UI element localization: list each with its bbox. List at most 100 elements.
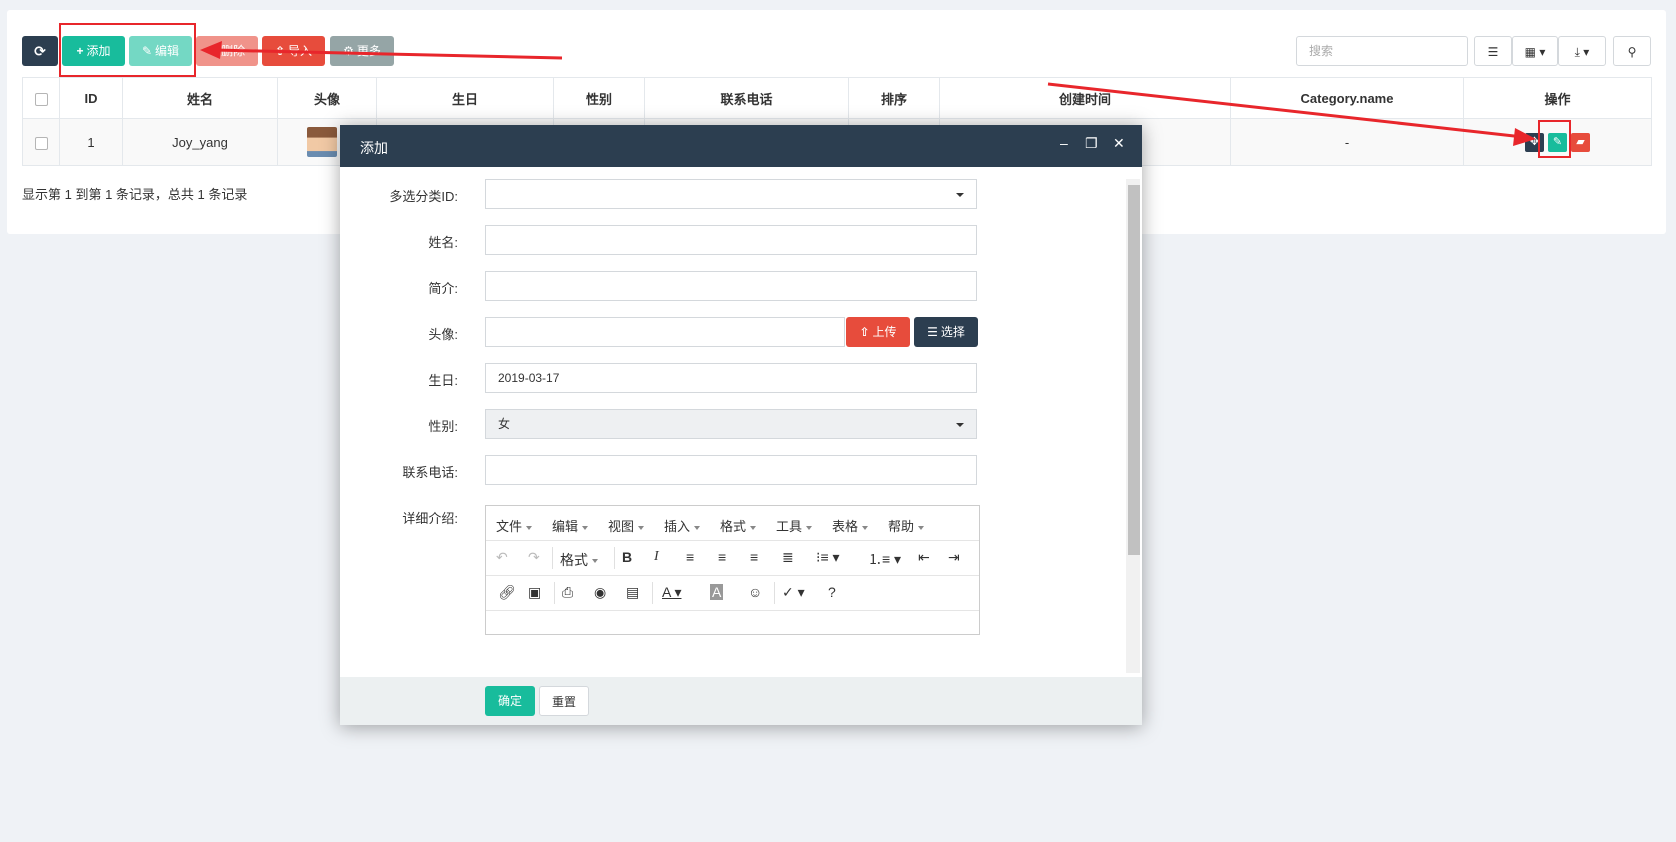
help-icon[interactable]: ? <box>828 584 836 600</box>
close-icon[interactable]: ✕ <box>1113 135 1125 152</box>
row-select-cell[interactable] <box>22 118 60 166</box>
link-icon[interactable]: 🔗︎ <box>498 584 516 601</box>
media-icon[interactable]: ▤ <box>626 584 639 601</box>
birthday-input[interactable]: 2019-03-17 <box>485 363 977 393</box>
indent-icon[interactable]: ⇥ <box>948 549 960 566</box>
avatar[interactable] <box>307 127 337 157</box>
import-button[interactable]: ⇧ 导入 <box>262 36 325 66</box>
preview-icon[interactable]: ◉ <box>594 584 606 601</box>
menu-format[interactable]: 格式 <box>720 516 756 535</box>
gender-label: 性别: <box>428 419 458 434</box>
detail-label: 详细介绍: <box>402 511 458 526</box>
print-icon[interactable]: ⎙ <box>562 584 573 601</box>
maximize-icon[interactable]: ❐ <box>1085 135 1098 152</box>
name-input[interactable] <box>485 225 977 255</box>
cell-name: Joy_yang <box>122 118 278 166</box>
text-color-icon[interactable]: A ▾ <box>662 584 681 601</box>
header-sort[interactable]: 排序 <box>848 77 940 119</box>
gender-select[interactable]: 女 <box>485 409 977 439</box>
reset-button[interactable]: 重置 <box>539 686 589 716</box>
intro-input[interactable] <box>485 271 977 301</box>
toolbar-divider <box>614 547 615 569</box>
upload-button[interactable]: ⇧ 上传 <box>846 317 910 347</box>
italic-icon[interactable]: I <box>654 549 659 565</box>
menu-file[interactable]: 文件 <box>496 516 532 535</box>
row-delete-button[interactable]: ▰ <box>1571 132 1590 152</box>
background-color-icon[interactable]: A <box>710 584 724 600</box>
header-actions: 操作 <box>1463 77 1652 119</box>
menu-view[interactable]: 视图 <box>608 516 644 535</box>
select-all-checkbox[interactable] <box>34 92 48 106</box>
dialog-title: 添加 <box>360 140 388 156</box>
select-all-cell[interactable] <box>22 77 60 119</box>
align-center-icon[interactable]: ≡ <box>718 549 726 565</box>
phone-label: 联系电话: <box>402 465 458 480</box>
format-dropdown[interactable]: 格式 <box>560 550 598 570</box>
category-select[interactable] <box>485 179 977 209</box>
export-button[interactable]: ⤓ ▾ <box>1558 36 1606 66</box>
choose-button[interactable]: ☰ 选择 <box>914 317 978 347</box>
header-created[interactable]: 创建时间 <box>939 77 1231 119</box>
avatar-input[interactable] <box>485 317 845 347</box>
row-checkbox[interactable] <box>34 136 48 150</box>
header-gender[interactable]: 性别 <box>553 77 645 119</box>
columns-button[interactable]: ▦ ▾ <box>1512 36 1558 66</box>
pagination-summary: 显示第 1 到第 1 条记录，总共 1 条记录 <box>22 187 248 202</box>
gender-value: 女 <box>498 417 511 431</box>
confirm-button[interactable]: 确定 <box>485 686 535 716</box>
dialog-header[interactable]: 添加 – ❐ ✕ <box>340 125 1142 167</box>
upload-icon: ⇧ <box>859 325 870 339</box>
align-right-icon[interactable]: ≡ <box>750 549 758 565</box>
highlight-box-toolbar <box>59 23 196 77</box>
toggle-view-button[interactable]: ☰ <box>1474 36 1512 66</box>
chevron-down-icon <box>956 423 964 427</box>
birthday-label: 生日: <box>428 373 458 388</box>
numbered-list-icon[interactable]: ⒈≡ ▾ <box>868 549 901 569</box>
header-birthday[interactable]: 生日 <box>376 77 554 119</box>
redo-icon[interactable]: ↷ <box>528 549 540 566</box>
outdent-icon[interactable]: ⇤ <box>918 549 930 566</box>
editor-menubar: 文件 编辑 视图 插入 格式 工具 表格 帮助 <box>486 506 979 541</box>
search-button[interactable]: ⚲ <box>1613 36 1651 66</box>
header-id[interactable]: ID <box>59 77 123 119</box>
menu-table[interactable]: 表格 <box>832 516 868 535</box>
search-icon: ⚲ <box>1627 45 1637 59</box>
undo-icon[interactable]: ↶ <box>496 549 508 566</box>
list-icon: ☰ <box>1487 45 1499 59</box>
refresh-button[interactable]: ⟳ <box>22 36 58 66</box>
emoticon-icon[interactable]: ☺ <box>748 584 762 600</box>
editor-toolbar-2: 🔗︎ ▣ ⎙ ◉ ▤ A ▾ A ☺ ✓ ▾ ? <box>486 576 979 611</box>
header-name[interactable]: 姓名 <box>122 77 278 119</box>
upload-icon: ⇧ <box>274 44 286 58</box>
avatar-label: 头像: <box>428 327 458 342</box>
header-category[interactable]: Category.name <box>1230 77 1464 119</box>
gear-icon: ⚙ <box>343 44 354 58</box>
toolbar-divider <box>774 582 775 604</box>
grid-icon: ▦ ▾ <box>1524 45 1546 59</box>
bullet-list-icon[interactable]: ⁝≡ ▾ <box>816 549 840 566</box>
menu-tools[interactable]: 工具 <box>776 516 812 535</box>
dialog-scrollbar-thumb[interactable] <box>1128 185 1140 555</box>
align-justify-icon[interactable]: ≣ <box>782 549 794 566</box>
menu-help[interactable]: 帮助 <box>888 516 924 535</box>
spellcheck-icon[interactable]: ✓ ▾ <box>782 584 805 601</box>
search-input[interactable] <box>1296 36 1468 66</box>
image-icon[interactable]: ▣ <box>528 584 541 601</box>
toolbar-divider <box>652 582 653 604</box>
align-left-icon[interactable]: ≡ <box>686 549 694 565</box>
export-icon: ⤓ ▾ <box>1574 45 1590 59</box>
bold-icon[interactable]: B <box>622 549 632 565</box>
add-dialog: 添加 – ❐ ✕ 多选分类ID: 姓名: 简介: 头像: ⇧ 上传 ☰ 选择 生日:… <box>340 125 1142 725</box>
header-phone[interactable]: 联系电话 <box>644 77 849 119</box>
menu-edit[interactable]: 编辑 <box>552 516 588 535</box>
menu-insert[interactable]: 插入 <box>664 516 700 535</box>
more-button[interactable]: ⚙ 更多 <box>330 36 394 66</box>
chevron-down-icon <box>956 193 964 197</box>
cell-id: 1 <box>59 118 123 166</box>
highlight-box-row-edit <box>1538 120 1571 158</box>
delete-button[interactable]: ▰ 删除 <box>196 36 258 66</box>
minimize-icon[interactable]: – <box>1060 135 1068 151</box>
phone-input[interactable] <box>485 455 977 485</box>
header-avatar[interactable]: 头像 <box>277 77 377 119</box>
rich-text-editor[interactable]: 文件 编辑 视图 插入 格式 工具 表格 帮助 ↶ ↷ 格式 B I ≡ ≡ ≡… <box>485 505 980 635</box>
